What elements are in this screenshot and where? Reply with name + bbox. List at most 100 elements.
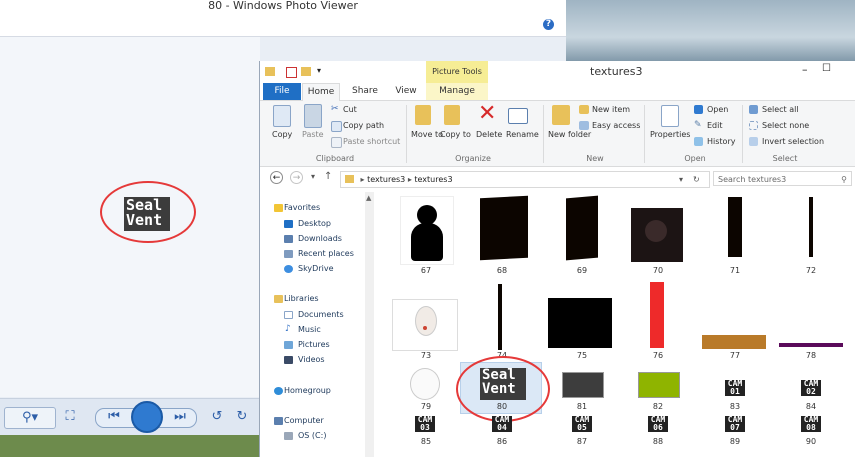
file-thumb-90[interactable]: CAM 08 [801,416,821,432]
search-input[interactable]: Search textures3 ⚲ [713,171,852,186]
paste-button[interactable]: Paste [302,130,324,139]
taskbar-strip [0,435,260,457]
nav-item-desktop[interactable]: Desktop [298,219,331,228]
copy-to-button[interactable]: Copy to [440,130,471,139]
scroll-up-icon[interactable]: ▲ [366,194,371,202]
file-thumb-72[interactable] [809,197,813,257]
file-thumb-76[interactable] [650,282,664,348]
nav-item-documents[interactable]: Documents [298,310,344,319]
file-label: 70 [652,266,664,275]
move-to-button[interactable]: Move to [411,130,443,139]
minimize-icon[interactable]: – [802,63,808,76]
tab-view[interactable]: View [389,83,423,100]
back-icon[interactable]: ← [270,171,283,184]
file-thumb-74[interactable] [498,284,502,350]
rename-icon [508,108,528,124]
tab-manage[interactable]: Manage [426,83,488,100]
computer-icon [274,417,283,425]
file-thumb-70[interactable] [631,208,683,262]
paste-shortcut-button[interactable]: Paste shortcut [343,137,400,146]
nav-item-videos[interactable]: Videos [298,355,325,364]
file-thumb-81[interactable] [562,372,604,398]
desktop-icon [284,220,293,228]
nav-item-pictures[interactable]: Pictures [298,340,330,349]
invert-selection-button[interactable]: Invert selection [762,137,824,146]
file-thumb-82[interactable] [638,372,680,398]
file-thumb-89[interactable]: CAM 07 [725,416,745,432]
new-folder-quick-icon[interactable] [301,67,311,76]
actual-size-icon[interactable]: ⛶ [62,407,78,427]
music-icon: ♪ [285,324,291,334]
tab-share[interactable]: Share [348,83,382,100]
previous-icon[interactable]: ⏮ [104,407,124,427]
nav-item-os-c[interactable]: OS (C:) [298,431,326,440]
breadcrumb-2[interactable]: textures3 [414,175,452,184]
select-all-button[interactable]: Select all [762,105,799,114]
properties-quick-icon[interactable] [286,67,297,78]
puppet-body-shape [411,223,443,261]
nav-scrollbar[interactable]: ▲ [365,192,374,457]
nav-item-favorites[interactable]: Favorites [284,203,320,212]
file-thumb-88[interactable]: CAM 06 [648,416,668,432]
edit-button[interactable]: Edit [707,121,723,130]
help-icon[interactable]: ? [543,19,554,30]
rotate-left-icon[interactable]: ↺ [209,407,225,427]
slideshow-button[interactable] [131,401,163,433]
copy-path-button[interactable]: Copy path [343,121,384,130]
file-thumb-84[interactable]: CAM 02 [801,380,821,396]
file-thumb-87[interactable]: CAM 05 [572,416,592,432]
forward-icon[interactable]: → [290,171,303,184]
file-thumb-69[interactable] [566,195,598,261]
recent-locations-icon[interactable]: ▾ [311,172,315,181]
breadcrumb-1[interactable]: textures3 [367,175,405,184]
delete-button[interactable]: Delete [476,130,502,139]
open-button[interactable]: Open [707,105,728,114]
nav-item-downloads[interactable]: Downloads [298,234,342,243]
easy-access-button[interactable]: Easy access [592,121,640,130]
tab-file[interactable]: File [263,83,301,100]
file-thumb-86[interactable]: CAM 04 [492,416,512,432]
nav-item-computer[interactable]: Computer [284,416,324,425]
file-thumb-79[interactable] [410,368,440,400]
rotate-right-icon[interactable]: ↻ [234,407,250,427]
explorer-window: ▾ Picture Tools textures3 – ☐ File Home … [259,61,855,457]
nav-item-recent-places[interactable]: Recent places [298,249,354,258]
cam-id: 03 [420,423,430,432]
cut-button[interactable]: Cut [343,105,357,114]
file-thumb-77[interactable] [702,335,766,349]
quick-access-dropdown-icon[interactable]: ▾ [317,66,321,75]
file-thumb-71[interactable] [728,197,742,257]
ribbon-separator [742,105,743,163]
history-button[interactable]: History [707,137,735,146]
tab-home[interactable]: Home [302,83,340,101]
file-thumb-83[interactable]: CAM 01 [725,380,745,396]
copy-button[interactable]: Copy [272,130,292,139]
red-annotation-circle [456,356,550,422]
nav-item-music[interactable]: Music [298,325,321,334]
file-thumb-78[interactable] [779,343,843,347]
file-thumb-73[interactable] [392,299,458,351]
photo-viewer-menubar [0,12,566,37]
address-dropdown-icon[interactable]: ▾ [679,172,683,187]
refresh-icon[interactable]: ↻ [693,172,700,187]
videos-icon [284,356,293,364]
up-icon[interactable]: ↑ [324,171,332,182]
file-thumb-85[interactable]: CAM 03 [415,416,435,432]
nav-item-libraries[interactable]: Libraries [284,294,319,303]
new-folder-button[interactable]: New folder [548,130,591,139]
nav-item-skydrive[interactable]: SkyDrive [298,264,334,273]
properties-button[interactable]: Properties [650,130,690,139]
file-thumb-67[interactable] [400,196,454,265]
address-bar[interactable]: ▸ textures3 ▸ textures3 ▾ ↻ [340,171,710,188]
file-thumb-75[interactable] [548,298,612,348]
select-none-button[interactable]: Select none [762,121,809,130]
rename-button[interactable]: Rename [506,130,539,139]
zoom-button[interactable]: ⚲▾ [4,407,56,429]
next-icon[interactable]: ⏭ [170,407,190,427]
nav-item-homegroup[interactable]: Homegroup [284,386,331,395]
favorites-star-icon [274,204,283,212]
properties-icon [661,105,679,127]
maximize-icon[interactable]: ☐ [822,63,831,74]
new-item-button[interactable]: New item [592,105,630,114]
file-thumb-68[interactable] [480,195,528,261]
